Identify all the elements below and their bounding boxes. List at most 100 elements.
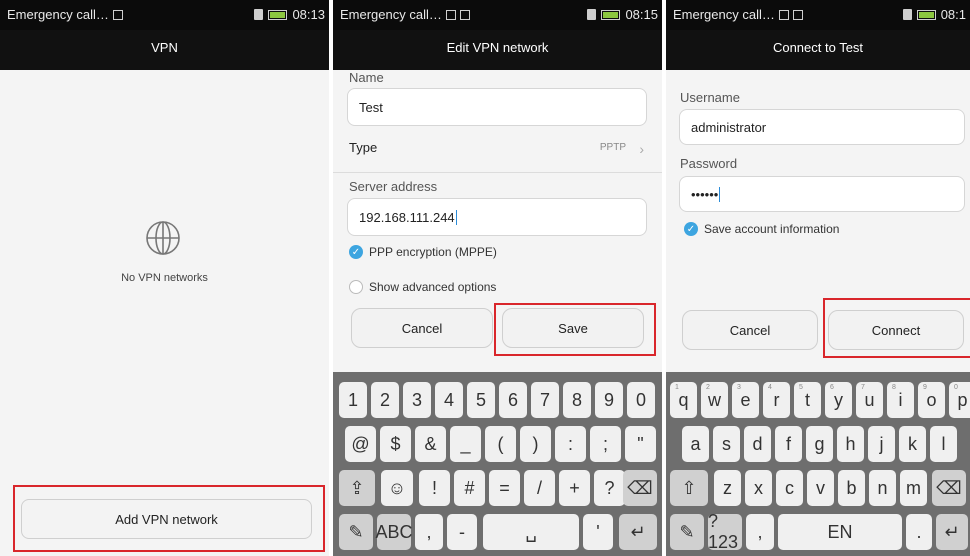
clock: 08:13 xyxy=(292,7,325,22)
ppp-encryption-checkbox[interactable]: ✓ PPP encryption (MPPE) xyxy=(349,245,497,259)
key-i[interactable]: 8i xyxy=(887,382,914,418)
key-u[interactable]: 7u xyxy=(856,382,883,418)
apostrophe-key[interactable]: ' xyxy=(583,514,613,550)
key-symbol[interactable]: _ xyxy=(450,426,481,462)
key-c[interactable]: c xyxy=(776,470,803,506)
key-4[interactable]: 4 xyxy=(435,382,463,418)
key-symbol[interactable]: ( xyxy=(485,426,516,462)
name-value: Test xyxy=(359,99,383,115)
key-symbol[interactable]: @ xyxy=(345,426,376,462)
show-advanced-checkbox[interactable]: Show advanced options xyxy=(349,280,496,294)
key-symbol[interactable]: & xyxy=(415,426,446,462)
key-label: l xyxy=(941,433,946,454)
space-key[interactable]: EN xyxy=(778,514,902,550)
handwriting-key[interactable]: ✎ xyxy=(670,514,704,550)
key-symbol[interactable]: ! xyxy=(419,470,450,506)
key-j[interactable]: j xyxy=(868,426,895,462)
key-label: ?123 xyxy=(708,511,739,552)
abc-key[interactable]: ABC xyxy=(376,514,413,550)
key-r[interactable]: 4r xyxy=(763,382,790,418)
key-t[interactable]: 5t xyxy=(794,382,821,418)
name-field[interactable]: Test xyxy=(347,88,647,126)
key-symbol[interactable]: : xyxy=(555,426,586,462)
key-p[interactable]: 0p xyxy=(949,382,970,418)
key-b[interactable]: b xyxy=(838,470,865,506)
key-8[interactable]: 8 xyxy=(563,382,591,418)
key-x[interactable]: x xyxy=(745,470,772,506)
key-m[interactable]: m xyxy=(900,470,927,506)
comma-key[interactable]: , xyxy=(746,514,774,550)
space-key[interactable]: ␣ xyxy=(483,514,579,550)
key-9[interactable]: 9 xyxy=(595,382,623,418)
symbols-key[interactable]: ?123 xyxy=(708,511,742,552)
backspace-key[interactable]: ⌫ xyxy=(932,470,966,506)
sim-icon xyxy=(587,9,597,20)
key-y[interactable]: 6y xyxy=(825,382,852,418)
key-d[interactable]: d xyxy=(744,426,771,462)
key-6[interactable]: 6 xyxy=(499,382,527,418)
key-l[interactable]: l xyxy=(930,426,957,462)
key-a[interactable]: a xyxy=(682,426,709,462)
shift-key[interactable]: ⇧ xyxy=(670,470,708,506)
key-symbol[interactable]: ) xyxy=(520,426,551,462)
key-hint: 7 xyxy=(861,384,865,391)
key-label: : xyxy=(567,433,573,454)
key-7[interactable]: 7 xyxy=(531,382,559,418)
key-z[interactable]: z xyxy=(714,470,741,506)
cancel-button[interactable]: Cancel xyxy=(351,308,493,348)
enter-key[interactable]: ↵ xyxy=(936,514,968,550)
key-v[interactable]: v xyxy=(807,470,834,506)
enter-key[interactable]: ↵ xyxy=(619,514,657,550)
key-symbol[interactable]: $ xyxy=(380,426,411,462)
key-label: @ xyxy=(351,433,370,454)
cancel-button[interactable]: Cancel xyxy=(682,310,818,350)
key-label: ? xyxy=(604,477,615,498)
key-symbol[interactable]: ; xyxy=(590,426,621,462)
key-k[interactable]: k xyxy=(899,426,926,462)
status-right: 08:1 xyxy=(902,7,966,22)
comma-key[interactable]: , xyxy=(415,514,443,550)
shift-key[interactable]: ⇪ xyxy=(339,470,375,506)
period-key[interactable]: . xyxy=(906,514,932,550)
dash-key[interactable]: - xyxy=(447,514,477,550)
key-symbol[interactable]: = xyxy=(489,470,520,506)
key-5[interactable]: 5 xyxy=(467,382,495,418)
key-symbol[interactable]: # xyxy=(454,470,485,506)
password-field[interactable]: •••••• xyxy=(679,176,965,212)
key-q[interactable]: 1q xyxy=(670,382,697,418)
key-3[interactable]: 3 xyxy=(403,382,431,418)
emoji-key[interactable]: ☺ xyxy=(381,470,413,506)
key-label: ✎ xyxy=(679,521,695,542)
divider xyxy=(333,172,662,173)
server-address-field[interactable]: 192.168.111.244 xyxy=(347,198,647,236)
page-title: Connect to Test xyxy=(666,30,970,70)
key-o[interactable]: 9o xyxy=(918,382,945,418)
key-label: # xyxy=(464,477,475,498)
backspace-key[interactable]: ⌫ xyxy=(623,470,657,506)
key-f[interactable]: f xyxy=(775,426,802,462)
key-n[interactable]: n xyxy=(869,470,896,506)
chevron-right-icon: › xyxy=(639,141,644,157)
key-0[interactable]: 0 xyxy=(627,382,655,418)
key-1[interactable]: 1 xyxy=(339,382,367,418)
key-label: k xyxy=(908,433,917,454)
key-e[interactable]: 3e xyxy=(732,382,759,418)
key-2[interactable]: 2 xyxy=(371,382,399,418)
key-w[interactable]: 2w xyxy=(701,382,728,418)
key-label: 0 xyxy=(635,389,646,410)
username-field[interactable]: administrator xyxy=(679,109,965,145)
notification-icon xyxy=(778,10,789,20)
type-row[interactable]: Type PPTP › xyxy=(349,140,646,166)
save-account-checkbox[interactable]: ✓ Save account information xyxy=(684,222,839,236)
key-symbol[interactable]: " xyxy=(625,426,656,462)
handwriting-key[interactable]: ✎ xyxy=(339,514,373,550)
key-symbol[interactable]: ? xyxy=(594,470,625,506)
key-h[interactable]: h xyxy=(837,426,864,462)
key-label: y xyxy=(834,389,843,410)
key-label: = xyxy=(499,477,510,498)
key-g[interactable]: g xyxy=(806,426,833,462)
key-symbol[interactable]: / xyxy=(524,470,555,506)
key-symbol[interactable]: + xyxy=(559,470,590,506)
key-s[interactable]: s xyxy=(713,426,740,462)
key-label: g xyxy=(814,433,825,454)
